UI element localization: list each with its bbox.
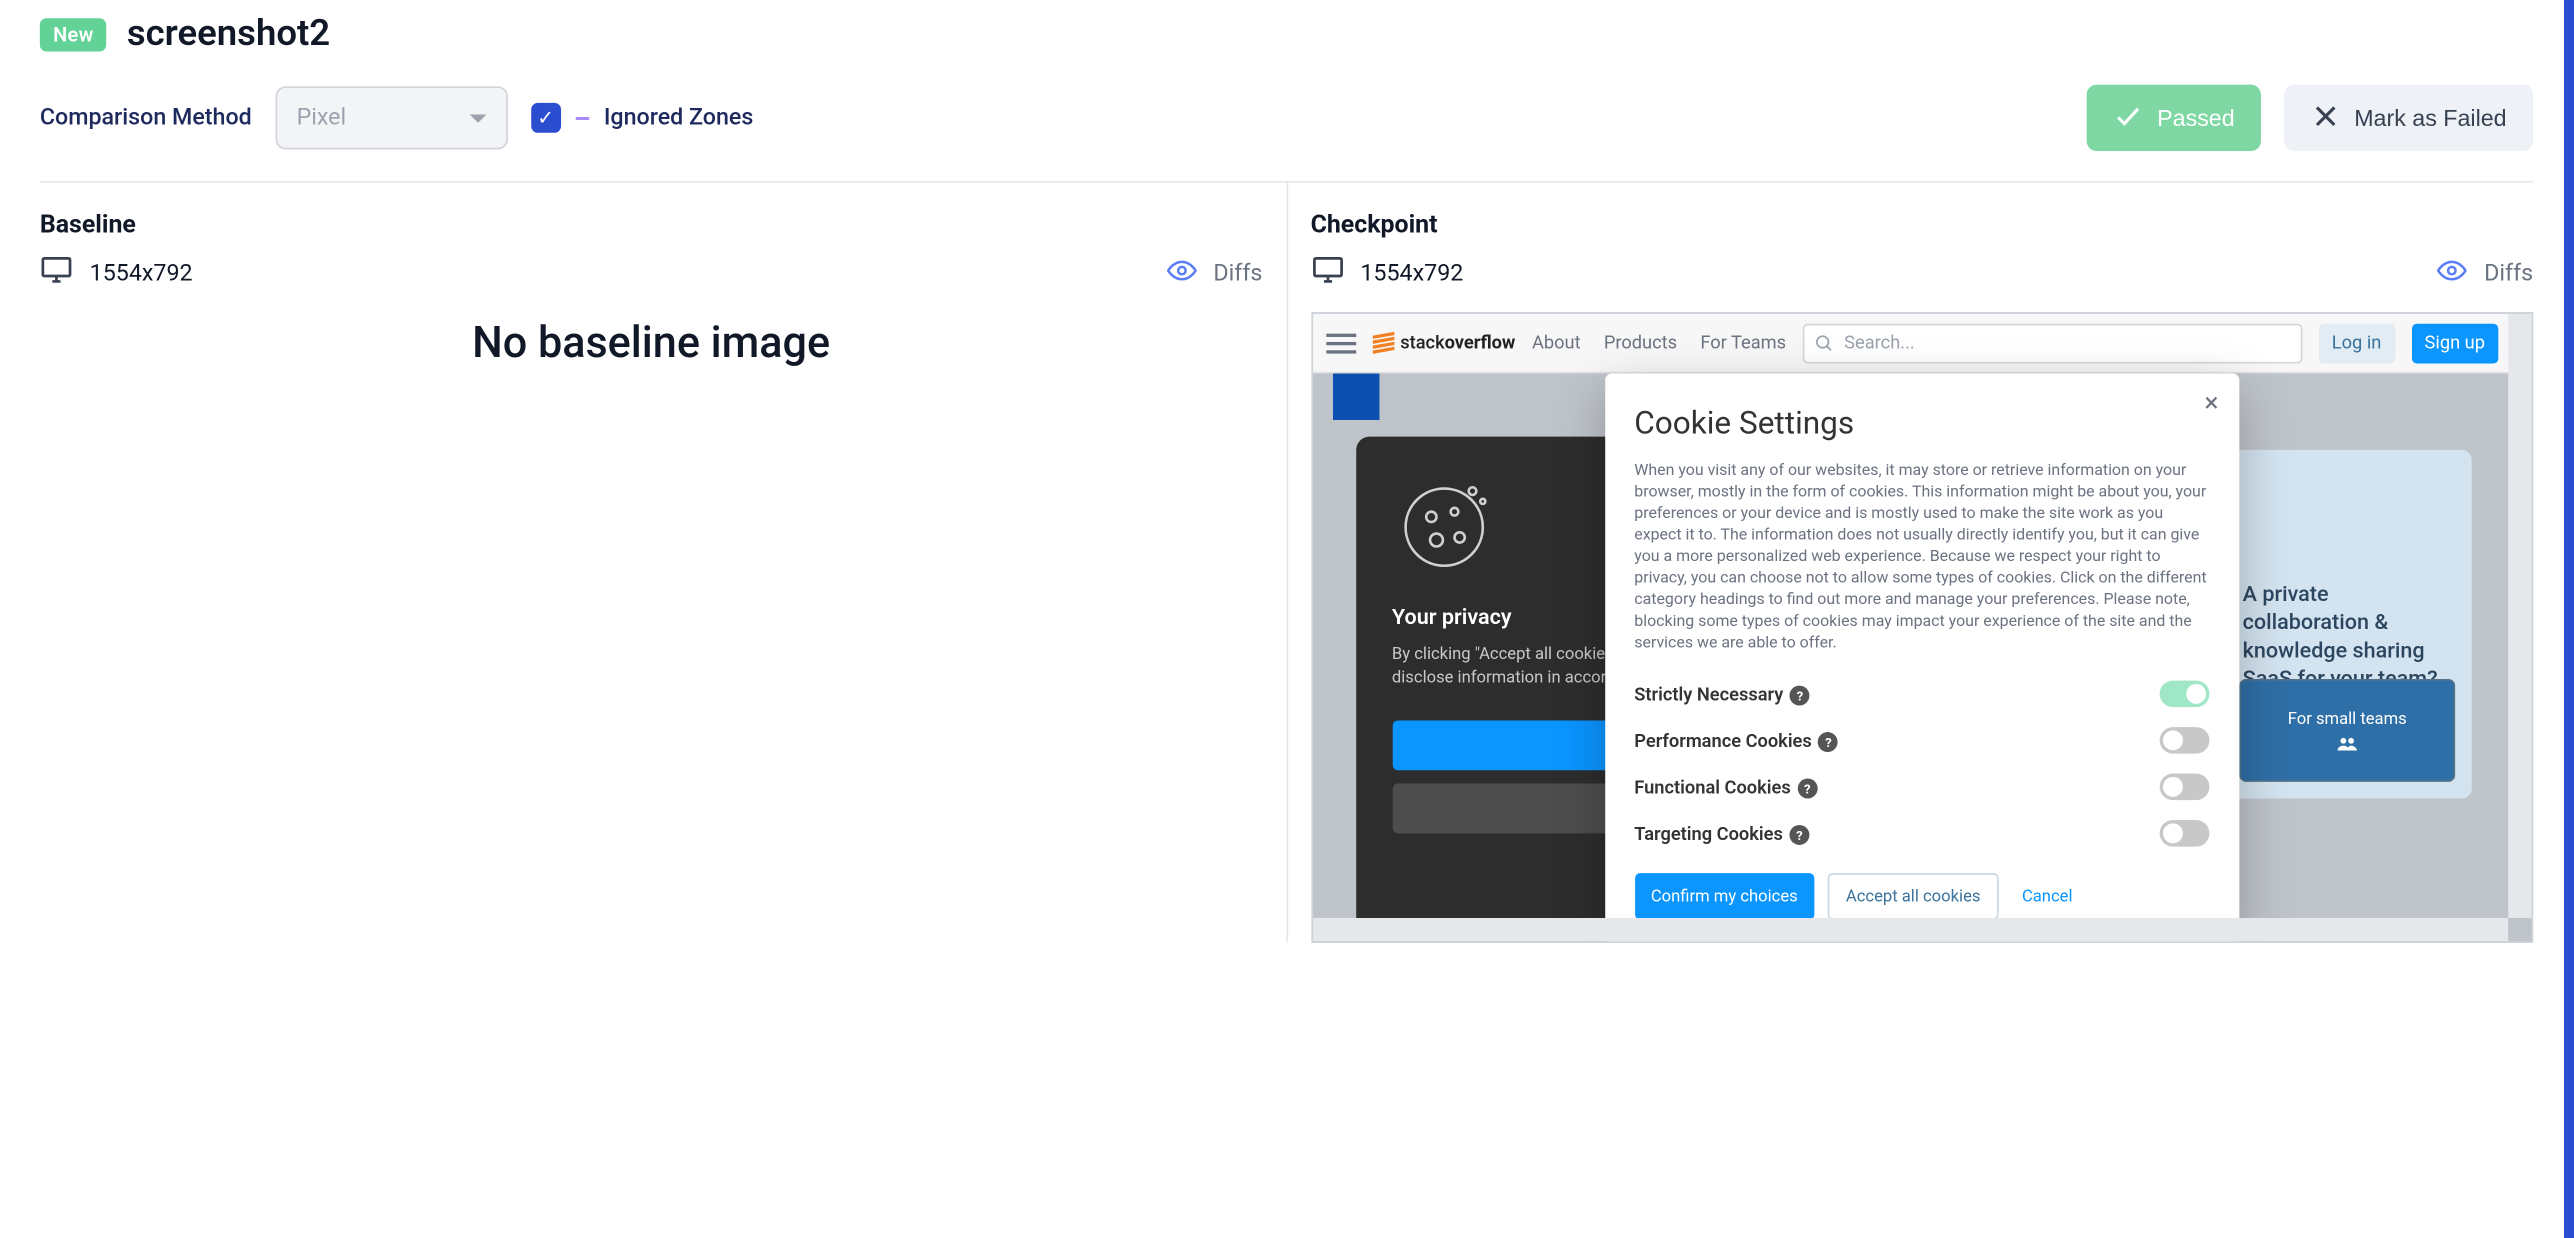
nav-about[interactable]: About (1532, 332, 1581, 354)
hamburger-icon[interactable] (1326, 333, 1356, 353)
page-scrollbar[interactable] (2564, 0, 2574, 1238)
baseline-dimensions: 1554x792 (90, 261, 193, 288)
signup-button[interactable]: Sign up (2411, 323, 2498, 363)
hero-accent-block (1332, 374, 1378, 420)
controls-row: Comparison Method Pixel ✓ – Ignored Zone… (40, 85, 2533, 181)
search-placeholder: Search... (1844, 332, 1915, 354)
check-icon (2114, 100, 2144, 135)
nav-for-teams[interactable]: For Teams (1700, 332, 1786, 354)
help-icon[interactable]: ? (1790, 686, 1810, 706)
mark-as-failed-button[interactable]: Mark as Failed (2284, 85, 2533, 151)
stackoverflow-logo[interactable]: stackoverflow (1372, 332, 1515, 354)
so-search-input[interactable]: Search... (1803, 323, 2302, 363)
cookie-row-label: Functional Cookies (1634, 776, 1790, 798)
cookie-row-performance: Performance Cookies? (1634, 718, 2208, 764)
cookie-icon (1392, 473, 1495, 576)
for-small-teams-button[interactable]: For small teams (2239, 679, 2455, 782)
baseline-subheader: 1554x792 Diffs (40, 256, 1263, 293)
baseline-diffs-label[interactable]: Diffs (1213, 261, 1262, 288)
new-badge: New (40, 17, 107, 50)
cookie-modal-actions: Confirm my choices Accept all cookies Ca… (1634, 874, 2208, 920)
monitor-icon (40, 256, 73, 293)
search-icon (1814, 333, 1834, 353)
dash-indicator: – (574, 102, 591, 134)
nav-products[interactable]: Products (1604, 332, 1677, 354)
passed-label: Passed (2157, 105, 2235, 132)
for-small-teams-label: For small teams (2288, 710, 2407, 728)
eye-icon[interactable] (1167, 256, 1197, 293)
x-icon (2311, 100, 2341, 135)
cookie-row-functional: Functional Cookies? (1634, 764, 2208, 810)
checkpoint-pane: Checkpoint 1554x792 Diffs (1287, 183, 2533, 943)
toggle-strictly-necessary[interactable] (2159, 681, 2209, 708)
preview-scrollbar-vertical[interactable] (2508, 314, 2531, 918)
checkpoint-subheader: 1554x792 Diffs (1311, 256, 2534, 293)
brand-left: stack (1400, 332, 1444, 354)
stackoverflow-icon (1372, 332, 1394, 354)
no-baseline-message: No baseline image (40, 319, 1263, 369)
cookie-row-targeting: Targeting Cookies? (1634, 811, 2208, 857)
toggle-performance[interactable] (2159, 728, 2209, 755)
help-icon[interactable]: ? (1790, 825, 1810, 845)
so-topbar: stackoverflow About Products For Teams S… (1312, 314, 2511, 374)
eye-icon[interactable] (2438, 256, 2468, 293)
comparison-method-label: Comparison Method (40, 105, 252, 132)
cookie-row-label: Strictly Necessary (1634, 683, 1783, 705)
cancel-link[interactable]: Cancel (2022, 888, 2073, 906)
confirm-choices-button[interactable]: Confirm my choices (1634, 874, 1814, 920)
checkbox-checked-icon: ✓ (531, 103, 561, 133)
baseline-pane: Baseline 1554x792 Diffs No baseline imag… (40, 183, 1287, 943)
comparison-method-value: Pixel (297, 105, 347, 132)
cookie-row-strictly-necessary: Strictly Necessary? (1634, 671, 2208, 717)
toggle-functional[interactable] (2159, 774, 2209, 801)
cookie-modal-title: Cookie Settings (1634, 403, 2208, 441)
checkpoint-diffs-label[interactable]: Diffs (2484, 261, 2533, 288)
help-icon[interactable]: ? (1797, 779, 1817, 799)
toggle-targeting[interactable] (2159, 821, 2209, 848)
monitor-icon (1311, 256, 1344, 293)
cookie-row-label: Performance Cookies (1634, 730, 1812, 752)
chevron-down-icon (469, 114, 486, 122)
header: New screenshot2 (40, 0, 2533, 85)
so-nav: About Products For Teams (1532, 332, 1786, 354)
teams-promo-card: A private collaboration & knowledge shar… (2223, 450, 2472, 799)
preview-scrollbar-horizontal[interactable] (1312, 918, 2508, 941)
page-title: screenshot2 (127, 13, 330, 55)
help-icon[interactable]: ? (1818, 732, 1838, 752)
login-button[interactable]: Log in (2319, 323, 2395, 363)
brand-right: overflow (1445, 332, 1516, 354)
cookie-row-label: Targeting Cookies (1634, 823, 1783, 845)
checkpoint-preview: stackoverflow About Products For Teams S… (1311, 312, 2534, 943)
baseline-title: Baseline (40, 209, 1263, 239)
ignored-zones-label: Ignored Zones (604, 105, 754, 132)
checkpoint-title: Checkpoint (1311, 209, 2534, 239)
passed-button[interactable]: Passed (2087, 85, 2261, 151)
cookie-settings-modal: × Cookie Settings When you visit any of … (1604, 374, 2238, 943)
people-icon (2336, 735, 2359, 752)
cookie-modal-description: When you visit any of our websites, it m… (1634, 461, 2208, 654)
accept-all-button[interactable]: Accept all cookies (1828, 874, 1999, 920)
ignored-zones-checkbox[interactable]: ✓ – Ignored Zones (531, 102, 754, 134)
checkpoint-dimensions: 1554x792 (1360, 261, 1463, 288)
close-icon[interactable]: × (2204, 387, 2218, 419)
comparison-panes: Baseline 1554x792 Diffs No baseline imag… (40, 183, 2533, 943)
mark-as-failed-label: Mark as Failed (2354, 105, 2506, 132)
comparison-method-select[interactable]: Pixel (275, 86, 507, 149)
